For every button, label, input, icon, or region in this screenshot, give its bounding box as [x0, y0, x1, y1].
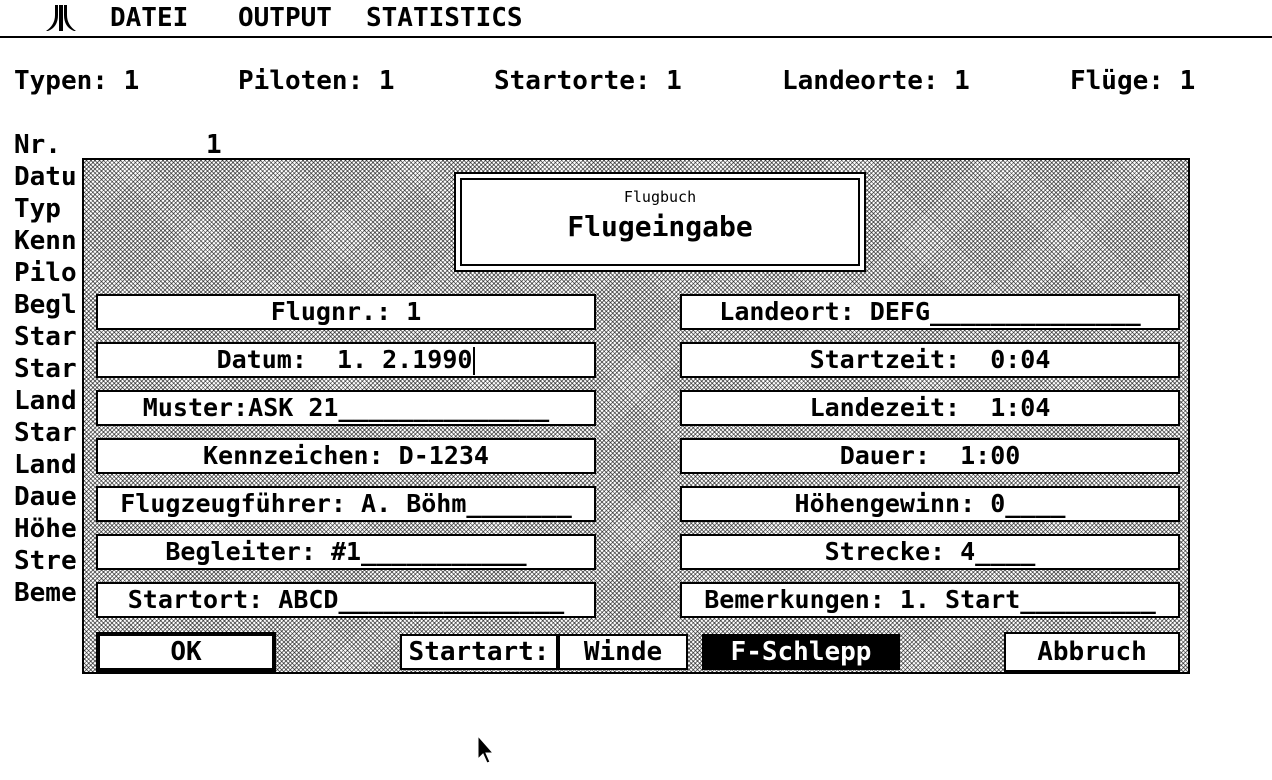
flight-entry-dialog: Flugbuch Flugeingabe Flugnr.: 1 Datum: 1… [82, 158, 1190, 674]
record-label: Star [14, 322, 77, 352]
datum-field[interactable]: Datum: 1. 2.1990 [96, 342, 596, 378]
mouse-pointer-icon [477, 735, 495, 764]
abbruch-button[interactable]: Abbruch [1004, 632, 1180, 672]
record-label: Land [14, 386, 77, 416]
dauer-field[interactable]: Dauer: 1:00 [680, 438, 1180, 474]
record-label: Begl [14, 290, 77, 320]
dialog-title-box: Flugbuch Flugeingabe [454, 172, 866, 272]
record-nr-value: 1 [206, 130, 222, 160]
record-label: Datu [14, 162, 77, 192]
startzeit-field[interactable]: Startzeit: 0:04 [680, 342, 1180, 378]
landeort-field[interactable]: Landeort: DEFG______________ [680, 294, 1180, 330]
record-label: Stre [14, 546, 77, 576]
datum-value: Datum: 1. 2.1990 [216, 345, 473, 374]
count-startorte: Startorte: 1 [494, 66, 682, 96]
record-label: Typ [14, 194, 61, 224]
count-fluege: Flüge: 1 [1070, 66, 1196, 96]
record-label: Land [14, 450, 77, 480]
record-label: Pilo [14, 258, 77, 288]
ok-button[interactable]: OK [96, 632, 276, 672]
dialog-title: Flugeingabe [567, 210, 753, 243]
startort-field[interactable]: Startort: ABCD_______________ [96, 582, 596, 618]
menu-output[interactable]: OUTPUT [238, 4, 332, 32]
count-landeorte: Landeorte: 1 [782, 66, 970, 96]
flugnr-field[interactable]: Flugnr.: 1 [96, 294, 596, 330]
text-cursor [473, 347, 476, 375]
begleiter-field[interactable]: Begleiter: #1___________ [96, 534, 596, 570]
kennzeichen-field[interactable]: Kennzeichen: D-1234 [96, 438, 596, 474]
record-label: Star [14, 418, 77, 448]
startart-fschlepp-option[interactable]: F-Schlepp [702, 634, 900, 670]
strecke-field[interactable]: Strecke: 4____ [680, 534, 1180, 570]
hoehengewinn-field[interactable]: Höhengewinn: 0____ [680, 486, 1180, 522]
record-label: Beme [14, 578, 77, 608]
record-label: Daue [14, 482, 77, 512]
count-typen: Typen: 1 [14, 66, 140, 96]
menu-statistics[interactable]: STATISTICS [366, 4, 523, 32]
record-label: Star [14, 354, 77, 384]
record-nr-label: Nr. [14, 130, 61, 160]
startart-winde-option[interactable]: Winde [558, 634, 688, 670]
record-label: Kenn [14, 226, 77, 256]
count-piloten: Piloten: 1 [238, 66, 395, 96]
menu-bar: DATEI OUTPUT STATISTICS [0, 0, 1272, 38]
startart-label: Startart: [400, 634, 558, 670]
muster-field[interactable]: Muster:ASK 21______________ [96, 390, 596, 426]
record-label: Höhe [14, 514, 77, 544]
atari-logo-icon[interactable] [46, 5, 76, 31]
dialog-subtitle: Flugbuch [623, 188, 697, 206]
dialog-title-frame: Flugbuch Flugeingabe [460, 178, 860, 266]
landezeit-field[interactable]: Landezeit: 1:04 [680, 390, 1180, 426]
menu-datei[interactable]: DATEI [110, 4, 188, 32]
bemerkungen-field[interactable]: Bemerkungen: 1. Start_________ [680, 582, 1180, 618]
flugzeugfuehrer-field[interactable]: Flugzeugführer: A. Böhm_______ [96, 486, 596, 522]
